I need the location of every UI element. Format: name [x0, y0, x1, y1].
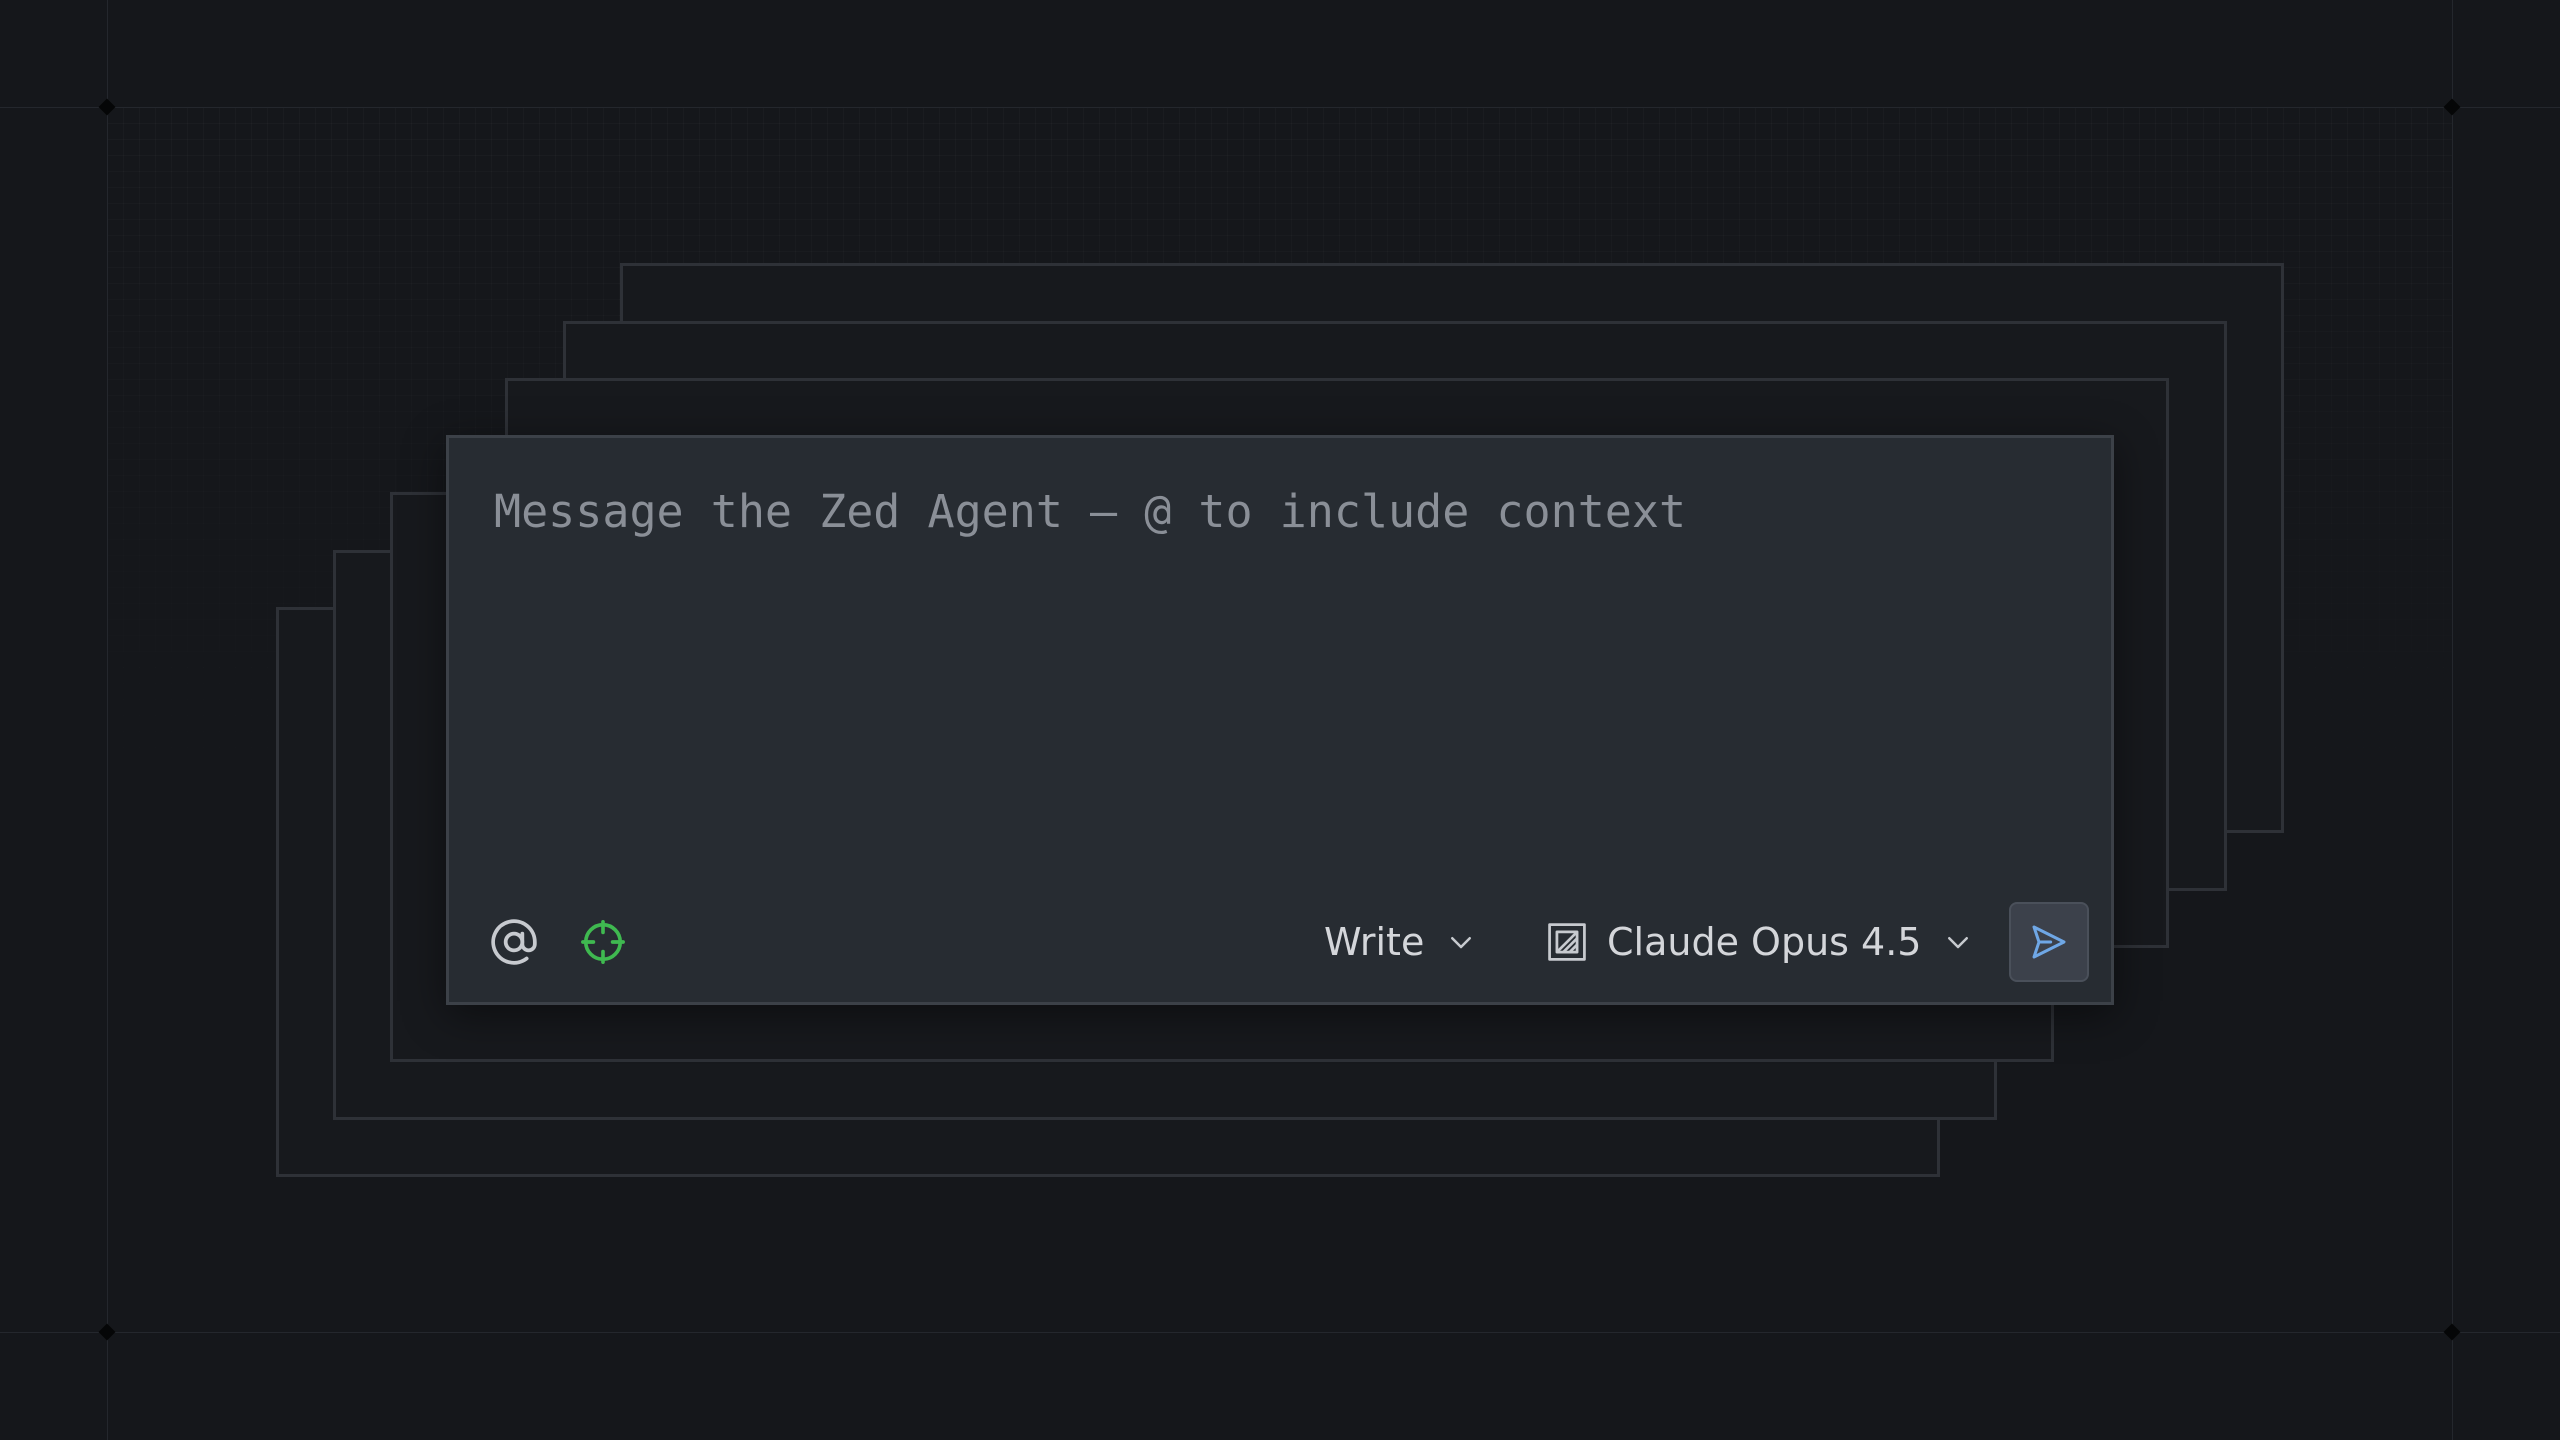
guide-line-right — [2452, 0, 2453, 1440]
chevron-down-icon — [1446, 927, 1476, 957]
guide-line-bottom — [0, 1332, 2560, 1333]
agent-message-composer: Write Claude Opus 4 — [446, 435, 2114, 1005]
model-label: Claude Opus 4.5 — [1607, 920, 1922, 964]
crosshair-icon[interactable] — [573, 912, 633, 972]
message-input[interactable] — [494, 483, 2054, 863]
send-icon — [2029, 922, 2069, 962]
model-icon — [1545, 920, 1589, 964]
model-selector[interactable]: Claude Opus 4.5 — [1545, 912, 1973, 972]
mode-selector[interactable]: Write — [1324, 912, 1476, 972]
canvas: Write Claude Opus 4 — [0, 0, 2560, 1440]
guide-line-left — [107, 0, 108, 1440]
composer-toolbar: Write Claude Opus 4.5 — [449, 902, 2111, 982]
send-button[interactable] — [2009, 902, 2089, 982]
mode-label: Write — [1324, 920, 1425, 964]
chevron-down-icon — [1943, 927, 1973, 957]
at-icon[interactable] — [484, 912, 544, 972]
guide-line-top — [0, 107, 2560, 108]
